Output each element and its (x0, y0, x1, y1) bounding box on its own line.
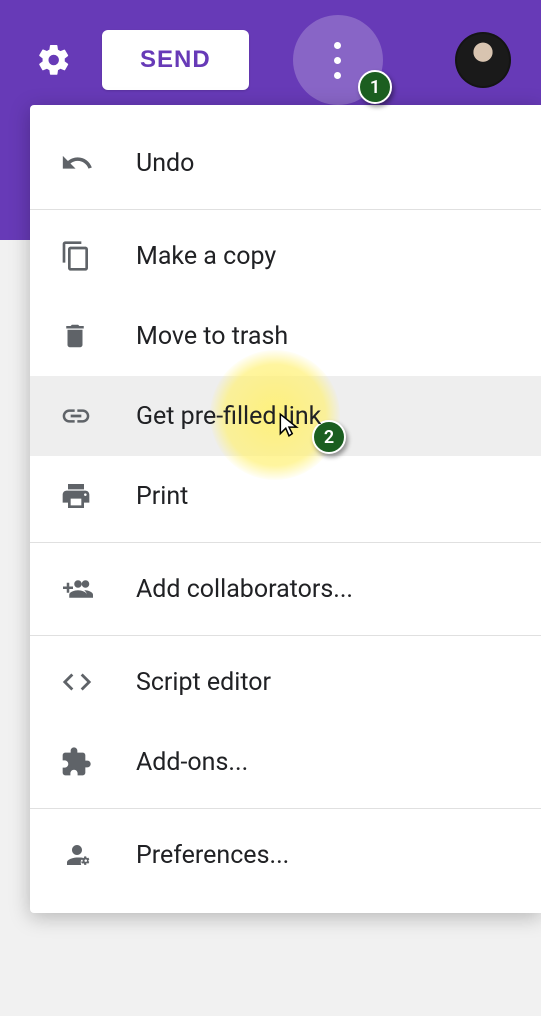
add-collaborators-icon (60, 574, 116, 604)
menu-item-label: Preferences... (136, 841, 289, 870)
header-toolbar: SEND (0, 0, 541, 120)
send-button[interactable]: SEND (102, 30, 249, 90)
link-icon (60, 400, 116, 432)
menu-item-label: Add collaborators... (136, 575, 353, 604)
menu-item-preferences[interactable]: Preferences... (30, 815, 541, 895)
menu-item-prefilled-link[interactable]: Get pre-filled link 2 (30, 376, 541, 456)
copy-icon (60, 240, 116, 272)
trash-icon (60, 321, 116, 351)
menu-divider (30, 542, 541, 543)
puzzle-icon (60, 746, 116, 778)
menu-item-label: Add-ons... (136, 748, 248, 777)
menu-item-make-copy[interactable]: Make a copy (30, 216, 541, 296)
menu-item-addons[interactable]: Add-ons... (30, 722, 541, 802)
menu-divider (30, 635, 541, 636)
undo-icon (60, 146, 116, 180)
menu-divider (30, 209, 541, 210)
profile-avatar[interactable] (455, 32, 511, 88)
menu-item-label: Get pre-filled link (136, 402, 321, 431)
menu-item-collaborators[interactable]: Add collaborators... (30, 549, 541, 629)
menu-item-move-trash[interactable]: Move to trash (30, 296, 541, 376)
preferences-icon (60, 840, 116, 870)
annotation-badge-1: 1 (358, 70, 392, 104)
menu-item-label: Print (136, 482, 188, 511)
menu-item-print[interactable]: Print (30, 456, 541, 536)
more-vert-icon (334, 42, 341, 79)
settings-button[interactable] (30, 36, 78, 84)
menu-item-undo[interactable]: Undo (30, 123, 541, 203)
menu-item-label: Undo (136, 149, 194, 178)
menu-divider (30, 808, 541, 809)
menu-item-label: Make a copy (136, 242, 276, 271)
more-options-menu: Undo Make a copy Move to trash Get pre-f… (30, 105, 541, 913)
menu-item-label: Script editor (136, 668, 271, 697)
menu-item-script-editor[interactable]: Script editor (30, 642, 541, 722)
menu-item-label: Move to trash (136, 322, 288, 351)
gear-icon (36, 42, 72, 78)
print-icon (60, 480, 116, 512)
code-icon (60, 665, 116, 699)
